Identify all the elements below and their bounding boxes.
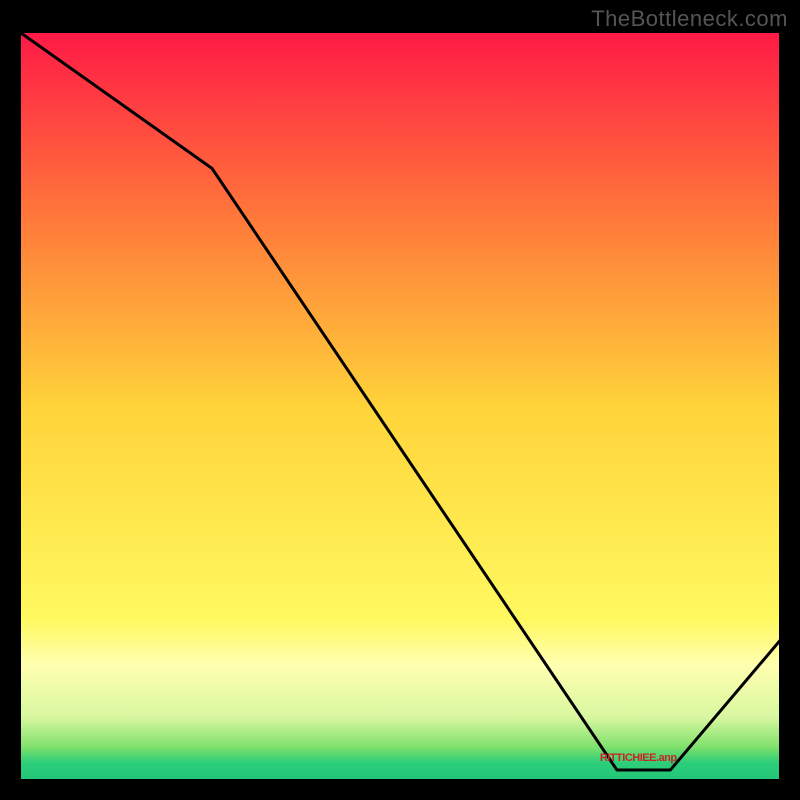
chart-svg bbox=[21, 33, 782, 782]
watermark-text: TheBottleneck.com bbox=[591, 6, 788, 32]
annotation-label: RITTICHIEE.anp bbox=[600, 752, 677, 764]
chart-container: TheBottleneck.com RITTICHIEE.anp bbox=[0, 0, 800, 800]
plot-frame: RITTICHIEE.anp bbox=[18, 30, 782, 782]
plot-area: RITTICHIEE.anp bbox=[21, 33, 779, 779]
gradient-background bbox=[21, 33, 782, 782]
